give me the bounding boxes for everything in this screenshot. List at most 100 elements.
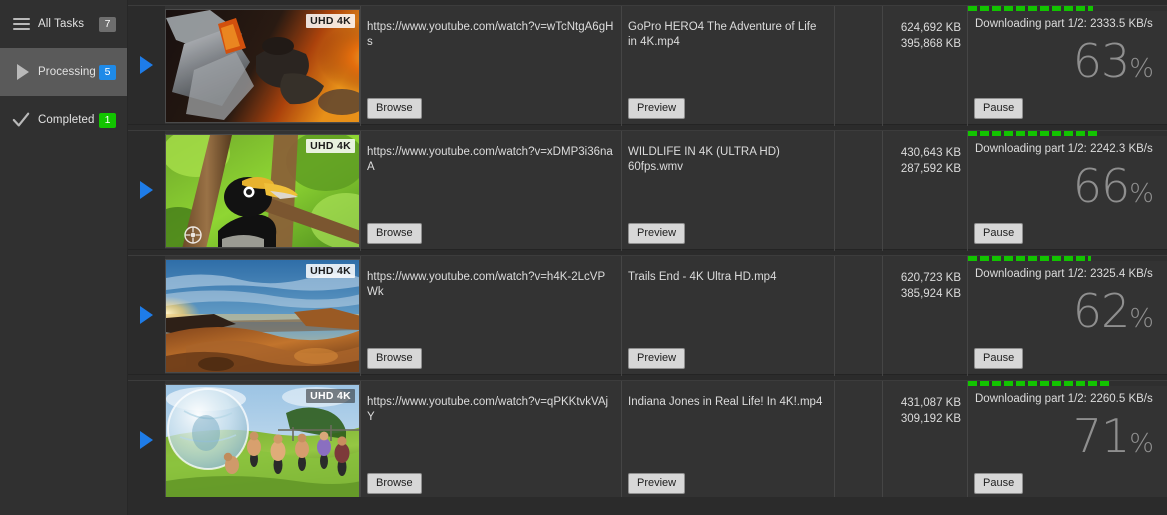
- status-badge: 7: [99, 16, 116, 32]
- size-total: 430,643 KB: [900, 147, 961, 159]
- size-cell: 431,087 KB 309,192 KB: [882, 381, 967, 501]
- size-total: 620,723 KB: [900, 272, 961, 284]
- browse-button[interactable]: Browse: [367, 473, 422, 494]
- thumbnail-cell: UHD 4K: [165, 131, 360, 251]
- browse-button[interactable]: Browse: [367, 348, 422, 369]
- progress-bar-fill: [968, 381, 1110, 386]
- filename-cell: WILDLIFE IN 4K (ULTRA HD) 60fps.wmv Prev…: [621, 131, 834, 251]
- progress-bar: [968, 131, 1167, 136]
- size-cell: 624,692 KB 395,868 KB: [882, 6, 967, 126]
- progress-bar: [968, 381, 1167, 386]
- row-selector[interactable]: [128, 6, 165, 124]
- browse-button[interactable]: Browse: [367, 223, 422, 244]
- row-selector[interactable]: [128, 131, 165, 249]
- spacer-cell: [834, 131, 882, 251]
- row-selector[interactable]: [128, 381, 165, 499]
- row-selector[interactable]: [128, 256, 165, 374]
- percent-value: 62: [1072, 284, 1131, 338]
- progress-bar-fill: [968, 131, 1100, 136]
- download-status: Downloading part 1/2: 2325.4 KB/s: [975, 268, 1153, 280]
- progress-bar-fill: [968, 256, 1092, 261]
- percent-sign: %: [1129, 179, 1154, 209]
- size-downloaded: 385,924 KB: [900, 288, 961, 300]
- preview-button[interactable]: Preview: [628, 98, 686, 119]
- sidebar-item-processing[interactable]: Processing 5: [0, 48, 127, 96]
- video-filename: Indiana Jones in Real Life! In 4K!.mp4: [628, 396, 823, 408]
- play-arrow-icon: [140, 431, 153, 449]
- sidebar-item-label: Processing: [38, 66, 96, 78]
- play-arrow-icon: [140, 56, 153, 74]
- browse-button[interactable]: Browse: [367, 98, 422, 119]
- pause-button[interactable]: Pause: [974, 473, 1024, 494]
- video-url: https://www.youtube.com/watch?v=xDMP3i36…: [367, 146, 613, 173]
- percent-value: 66: [1072, 159, 1131, 213]
- preview-button[interactable]: Preview: [628, 473, 686, 494]
- play-arrow-icon: [140, 306, 153, 324]
- download-manager-window: All Tasks 7 Processing 5 Completed 1 UHD…: [0, 0, 1167, 515]
- preview-button[interactable]: Preview: [628, 348, 686, 369]
- uhd-badge: UHD 4K: [306, 139, 355, 153]
- play-icon: [10, 61, 32, 83]
- play-arrow-icon: [140, 181, 153, 199]
- table-row[interactable]: UHD 4K https://www.youtube.com/watch?v=q…: [128, 380, 1167, 501]
- size-downloaded: 395,868 KB: [900, 38, 961, 50]
- video-thumbnail[interactable]: UHD 4K: [165, 384, 360, 498]
- video-filename: Trails End - 4K Ultra HD.mp4: [628, 271, 777, 283]
- size-cell: 430,643 KB 287,592 KB: [882, 131, 967, 251]
- sidebar-item-label: Completed: [38, 114, 95, 126]
- download-status: Downloading part 1/2: 2333.5 KB/s: [975, 18, 1153, 30]
- thumbnail-cell: UHD 4K: [165, 6, 360, 126]
- url-cell: https://www.youtube.com/watch?v=h4K-2LcV…: [360, 256, 621, 376]
- download-status: Downloading part 1/2: 2260.5 KB/s: [975, 393, 1153, 405]
- progress-percent: 66%: [1072, 159, 1154, 219]
- pause-button[interactable]: Pause: [974, 348, 1024, 369]
- sidebar-item-all-tasks[interactable]: All Tasks 7: [0, 0, 127, 48]
- check-icon: [10, 109, 32, 131]
- size-total: 624,692 KB: [900, 22, 961, 34]
- thumbnail-cell: UHD 4K: [165, 256, 360, 376]
- progress-percent: 62%: [1072, 284, 1154, 344]
- progress-percent: 71%: [1072, 409, 1154, 469]
- preview-button[interactable]: Preview: [628, 223, 686, 244]
- percent-sign: %: [1129, 304, 1154, 334]
- filename-cell: Indiana Jones in Real Life! In 4K!.mp4 P…: [621, 381, 834, 501]
- video-thumbnail[interactable]: UHD 4K: [165, 134, 360, 248]
- sidebar-item-completed[interactable]: Completed 1: [0, 96, 127, 144]
- spacer-cell: [834, 381, 882, 501]
- task-list[interactable]: UHD 4K https://www.youtube.com/watch?v=w…: [128, 0, 1167, 515]
- video-thumbnail[interactable]: UHD 4K: [165, 9, 360, 123]
- progress-cell: Downloading part 1/2: 2325.4 KB/s 62% Pa…: [967, 256, 1167, 376]
- uhd-badge: UHD 4K: [306, 389, 355, 403]
- spacer-cell: [834, 256, 882, 376]
- video-filename: WILDLIFE IN 4K (ULTRA HD) 60fps.wmv: [628, 146, 780, 173]
- progress-cell: Downloading part 1/2: 2333.5 KB/s 63% Pa…: [967, 6, 1167, 126]
- filename-cell: Trails End - 4K Ultra HD.mp4 Preview: [621, 256, 834, 376]
- table-row[interactable]: UHD 4K https://www.youtube.com/watch?v=x…: [128, 130, 1167, 251]
- table-row[interactable]: UHD 4K https://www.youtube.com/watch?v=h…: [128, 255, 1167, 376]
- video-thumbnail[interactable]: UHD 4K: [165, 259, 360, 373]
- url-cell: https://www.youtube.com/watch?v=wTcNtgA6…: [360, 6, 621, 126]
- size-downloaded: 287,592 KB: [900, 163, 961, 175]
- progress-bar-fill: [968, 6, 1094, 11]
- percent-sign: %: [1129, 429, 1154, 459]
- hamburger-icon: [10, 13, 32, 35]
- pause-button[interactable]: Pause: [974, 223, 1024, 244]
- pause-button[interactable]: Pause: [974, 98, 1024, 119]
- video-filename: GoPro HERO4 The Adventure of Life in 4K.…: [628, 21, 817, 48]
- table-row[interactable]: UHD 4K https://www.youtube.com/watch?v=w…: [128, 5, 1167, 126]
- sidebar: All Tasks 7 Processing 5 Completed 1: [0, 0, 128, 515]
- progress-cell: Downloading part 1/2: 2260.5 KB/s 71% Pa…: [967, 381, 1167, 501]
- size-total: 431,087 KB: [900, 397, 961, 409]
- video-url: https://www.youtube.com/watch?v=wTcNtgA6…: [367, 21, 614, 48]
- video-url: https://www.youtube.com/watch?v=h4K-2LcV…: [367, 271, 606, 298]
- uhd-badge: UHD 4K: [306, 14, 355, 28]
- percent-value: 71: [1072, 409, 1131, 463]
- status-badge: 1: [99, 112, 116, 128]
- download-status: Downloading part 1/2: 2242.3 KB/s: [975, 143, 1153, 155]
- list-bottom-strip: [128, 497, 1167, 515]
- url-cell: https://www.youtube.com/watch?v=xDMP3i36…: [360, 131, 621, 251]
- size-downloaded: 309,192 KB: [900, 413, 961, 425]
- progress-bar: [968, 6, 1167, 11]
- progress-bar: [968, 256, 1167, 261]
- spacer-cell: [834, 6, 882, 126]
